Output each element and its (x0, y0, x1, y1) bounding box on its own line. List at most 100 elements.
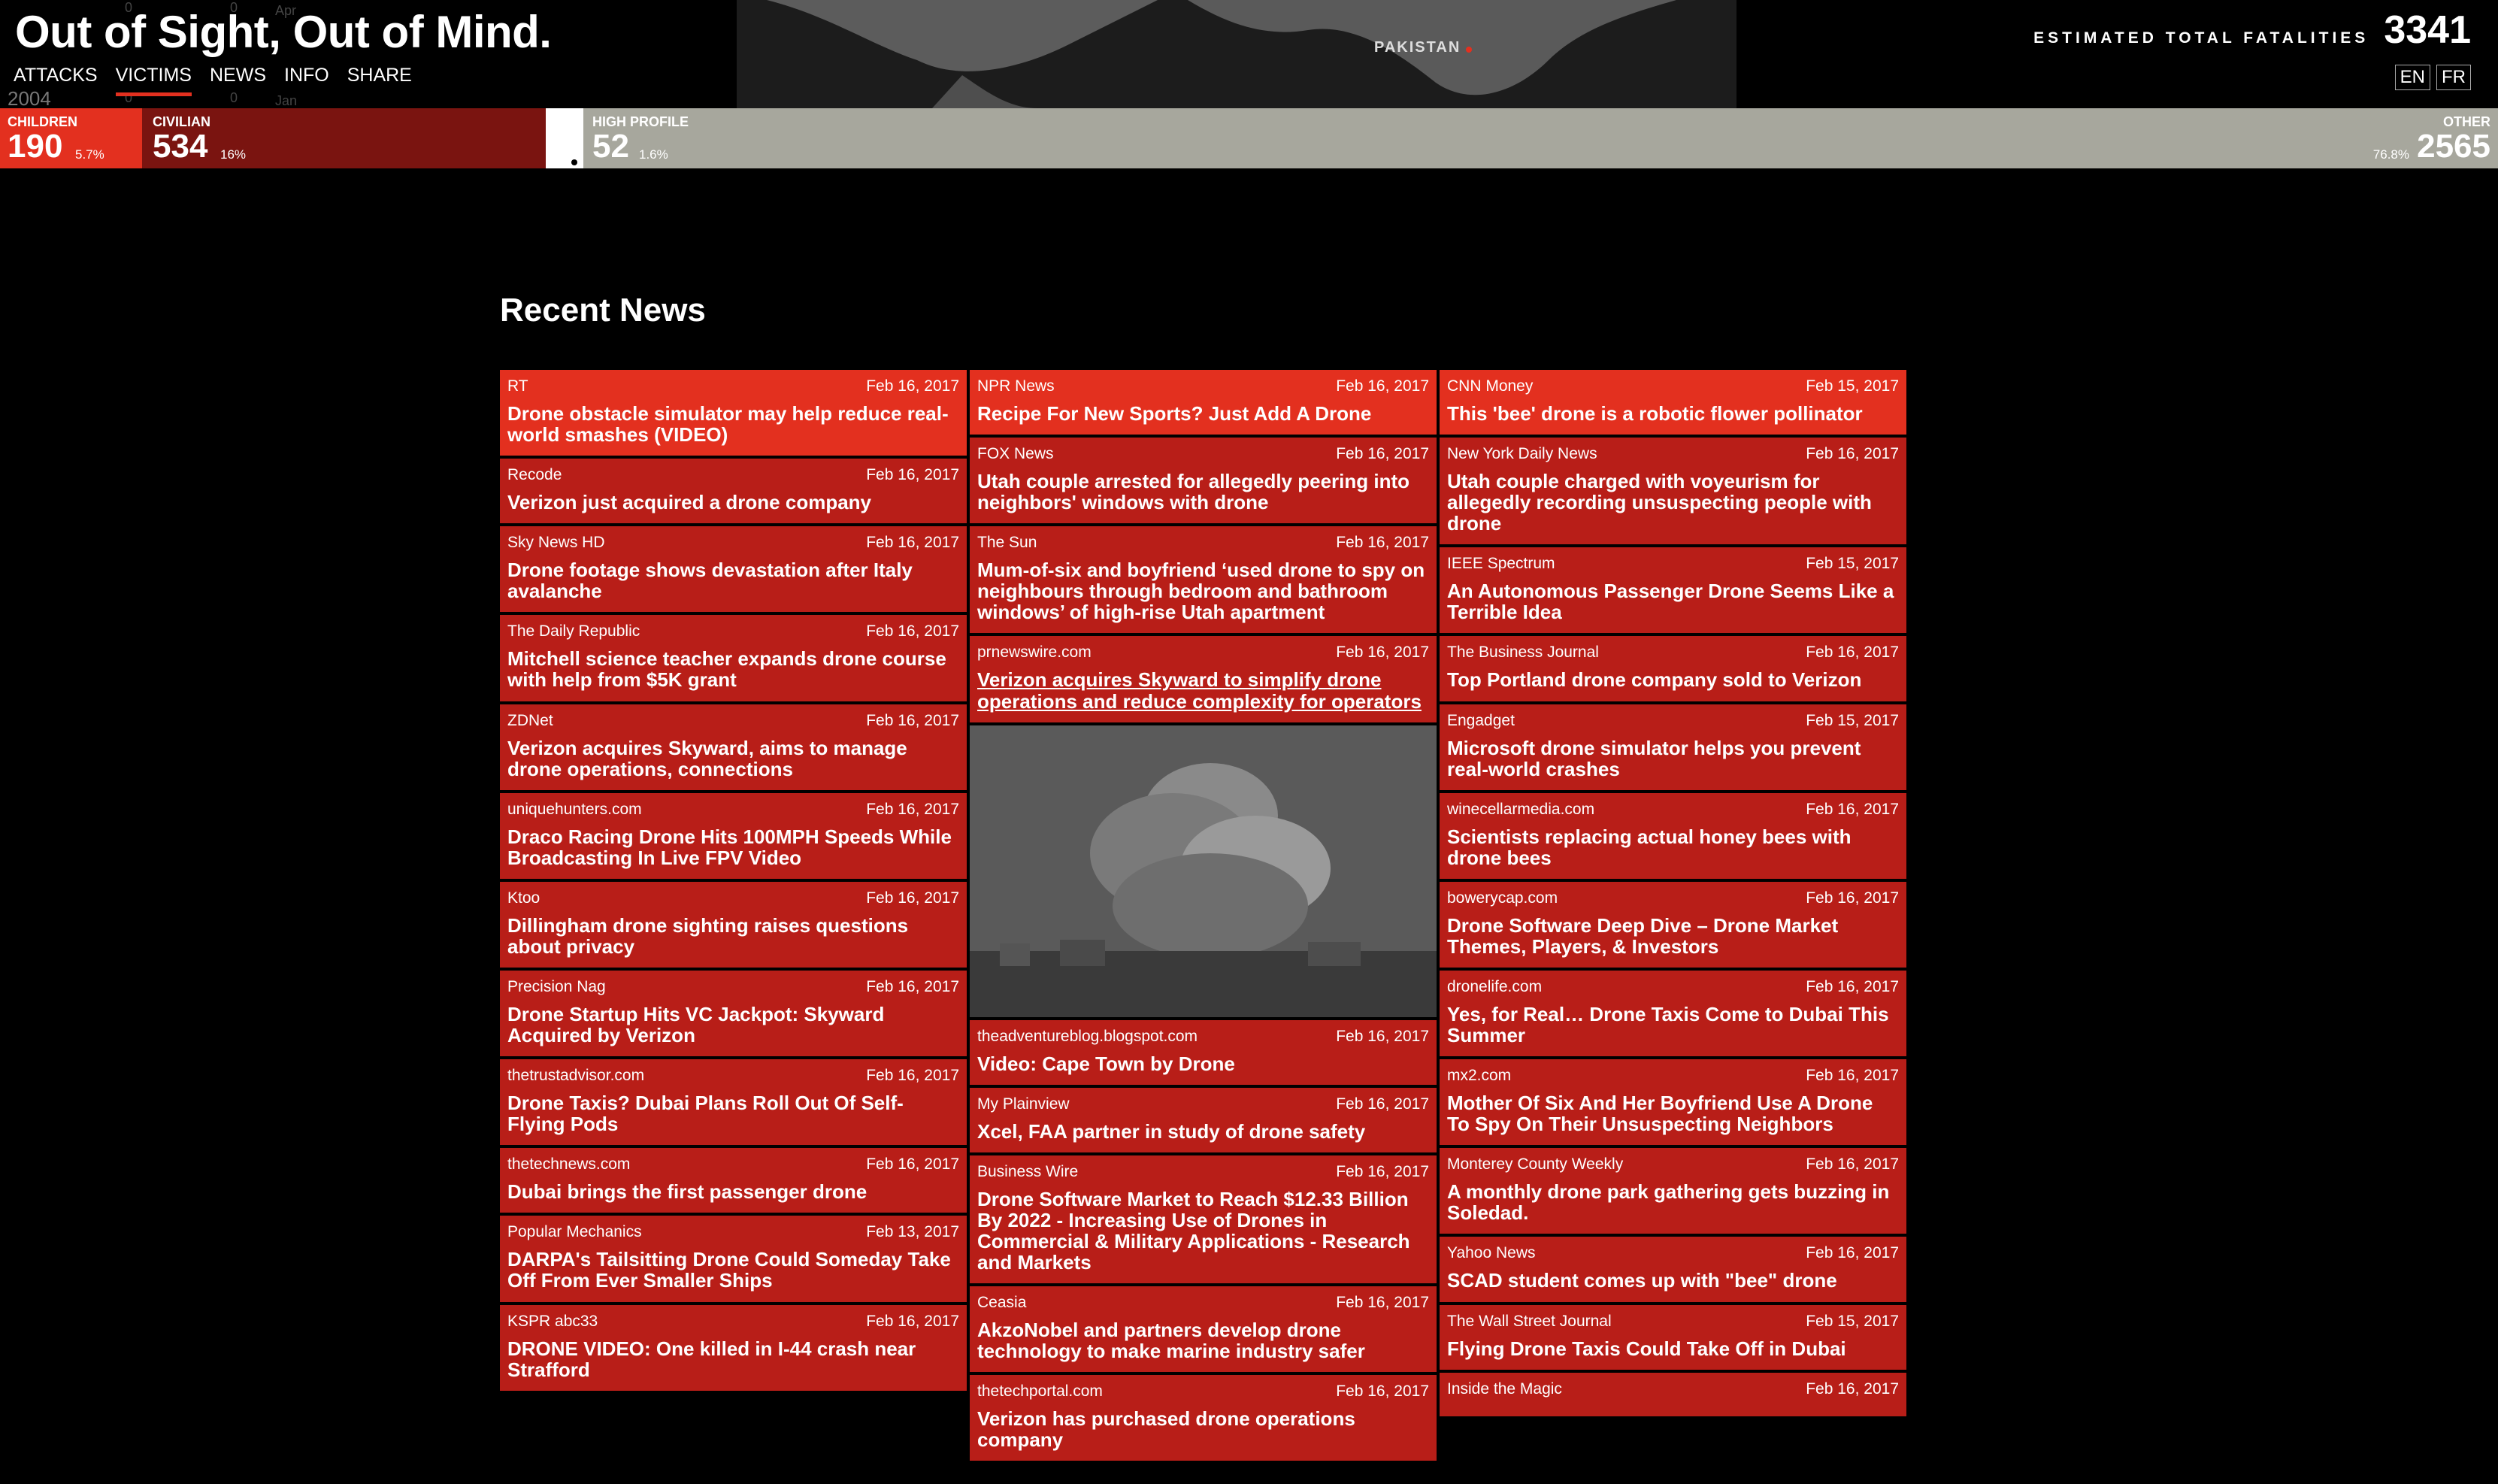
news-headline[interactable]: Drone Startup Hits VC Jackpot: Skyward A… (507, 1004, 959, 1046)
news-headline[interactable]: Recipe For New Sports? Just Add A Drone (977, 403, 1429, 424)
news-card[interactable]: The Business Journal Feb 16, 2017 Top Port… (1440, 636, 1906, 701)
news-card[interactable]: Inside the Magic Feb 16, 2017 (1440, 1372, 1906, 1416)
nav-victims[interactable]: VICTIMS (115, 65, 192, 96)
news-card[interactable]: NPR News Feb 16, 2017 Recipe For New Sport… (970, 370, 1437, 435)
news-headline[interactable]: DARPA's Tailsitting Drone Could Someday … (507, 1249, 959, 1291)
news-card[interactable]: The Daily Republic Feb 16, 2017 Mitchell s… (500, 615, 967, 701)
news-card[interactable]: CNN Money Feb 15, 2017 This 'bee' drone is… (1440, 370, 1906, 435)
news-card[interactable]: thetechportal.com Feb 16, 2017 Verizon has… (970, 1375, 1437, 1461)
news-source: Yahoo News (1447, 1244, 1536, 1262)
news-headline[interactable]: Xcel, FAA partner in study of drone safe… (977, 1121, 1429, 1142)
news-headline[interactable]: Mother Of Six And Her Boyfriend Use A Dr… (1447, 1092, 1899, 1134)
news-source: Ceasia (977, 1294, 1027, 1312)
news-card[interactable]: bowerycap.com Feb 16, 2017 Drone Software … (1440, 881, 1906, 968)
lang-en-button[interactable]: EN (2394, 65, 2430, 90)
news-card[interactable]: KSPR abc33 Feb 16, 2017 DRONE VIDEO: One k… (500, 1304, 967, 1391)
news-headline[interactable]: Verizon has purchased drone operations c… (977, 1408, 1429, 1450)
news-date: Feb 16, 2017 (866, 800, 959, 818)
news-headline[interactable]: Drone Software Market to Reach $12.33 Bi… (977, 1189, 1429, 1273)
news-card[interactable]: FOX News Feb 16, 2017 Utah couple arrested… (970, 438, 1437, 524)
news-headline[interactable]: Verizon just acquired a drone company (507, 492, 959, 513)
news-headline[interactable]: This 'bee' drone is a robotic flower pol… (1447, 403, 1899, 424)
map-country-label: PAKISTAN (1374, 39, 1461, 56)
news-headline[interactable]: Verizon acquires Skyward, aims to manage… (507, 737, 959, 779)
news-card[interactable]: Ktoo Feb 16, 2017 Dillingham drone sightin… (500, 881, 967, 968)
news-headline[interactable]: DRONE VIDEO: One killed in I-44 crash ne… (507, 1337, 959, 1380)
news-card[interactable]: Ceasia Feb 16, 2017 AkzoNobel and partners… (970, 1286, 1437, 1373)
news-photo-explosion[interactable] (970, 725, 1437, 1017)
news-card[interactable]: mx2.com Feb 16, 2017 Mother Of Six And Her… (1440, 1059, 1906, 1146)
news-card[interactable]: prnewswire.com Feb 16, 2017 Verizon acquir… (970, 636, 1437, 722)
news-headline[interactable]: Drone Software Deep Dive – Drone Market … (1447, 915, 1899, 957)
news-card[interactable]: Sky News HD Feb 16, 2017 Drone footage sho… (500, 526, 967, 613)
nav-info[interactable]: INFO (284, 65, 329, 96)
news-headline[interactable]: Top Portland drone company sold to Veriz… (1447, 669, 1899, 690)
lang-fr-button[interactable]: FR (2436, 65, 2471, 90)
news-card[interactable]: RT Feb 16, 2017 Drone obstacle simulator m… (500, 370, 967, 456)
news-headline[interactable]: Dubai brings the first passenger drone (507, 1181, 959, 1202)
news-headline[interactable]: Flying Drone Taxis Could Take Off in Dub… (1447, 1337, 1899, 1358)
news-source: Popular Mechanics (507, 1223, 642, 1241)
other-value: 2565 (2417, 128, 2490, 165)
news-headline[interactable]: Utah couple arrested for allegedly peeri… (977, 471, 1429, 513)
news-headline[interactable]: Mitchell science teacher expands drone c… (507, 648, 959, 690)
news-card[interactable]: Popular Mechanics Feb 13, 2017 DARPA's Tai… (500, 1216, 967, 1302)
victims-civilian-segment[interactable]: CIVILIAN 534 16% (142, 108, 546, 168)
news-headline[interactable]: Video: Cape Town by Drone (977, 1053, 1429, 1074)
news-source: mx2.com (1447, 1067, 1512, 1085)
news-card[interactable]: Engadget Feb 15, 2017 Microsoft drone simu… (1440, 704, 1906, 790)
news-column-1: RT Feb 16, 2017 Drone obstacle simulator m… (500, 370, 967, 1461)
news-card[interactable]: Yahoo News Feb 16, 2017 SCAD student comes… (1440, 1237, 1906, 1302)
news-headline[interactable]: Scientists replacing actual honey bees w… (1447, 826, 1899, 868)
victims-other-segment[interactable]: HIGH PROFILE 52 1.6% OTHER 76.8% 2565 (583, 108, 2498, 168)
news-grid: RT Feb 16, 2017 Drone obstacle simulator m… (500, 370, 1906, 1461)
news-card[interactable]: thetechnews.com Feb 16, 2017 Dubai brings … (500, 1148, 967, 1213)
victims-children-segment[interactable]: CHILDREN 190 5.7% (0, 108, 142, 168)
news-headline[interactable]: Yes, for Real… Drone Taxis Come to Dubai… (1447, 1004, 1899, 1046)
news-card[interactable]: Precision Nag Feb 16, 2017 Drone Startup H… (500, 971, 967, 1057)
news-headline[interactable]: SCAD student comes up with "bee" drone (1447, 1270, 1899, 1291)
map-location-marker[interactable] (1466, 47, 1472, 53)
news-card[interactable]: My Plainview Feb 16, 2017 Xcel, FAA partne… (970, 1087, 1437, 1152)
news-card[interactable]: uniquehunters.com Feb 16, 2017 Draco Racin… (500, 792, 967, 879)
nav-attacks[interactable]: ATTACKS (14, 65, 98, 96)
news-headline[interactable]: AkzoNobel and partners develop drone tec… (977, 1319, 1429, 1361)
nav-news[interactable]: NEWS (210, 65, 266, 96)
news-date: Feb 16, 2017 (866, 1155, 959, 1174)
news-headline[interactable]: An Autonomous Passenger Drone Seems Like… (1447, 580, 1899, 622)
news-card[interactable]: ZDNet Feb 16, 2017 Verizon acquires Skywar… (500, 704, 967, 790)
news-date: Feb 16, 2017 (1336, 1294, 1429, 1312)
news-headline[interactable]: Dillingham drone sighting raises questio… (507, 915, 959, 957)
news-headline[interactable]: Drone Taxis? Dubai Plans Roll Out Of Sel… (507, 1092, 959, 1134)
news-headline[interactable]: Verizon acquires Skyward to simplify dro… (977, 669, 1429, 711)
news-column-3: CNN Money Feb 15, 2017 This 'bee' drone is… (1440, 370, 1906, 1461)
news-headline[interactable]: Utah couple charged with voyeurism for a… (1447, 471, 1899, 534)
news-headline[interactable]: Mum-of-six and boyfriend ‘used drone to … (977, 559, 1429, 622)
news-headline[interactable]: Draco Racing Drone Hits 100MPH Speeds Wh… (507, 826, 959, 868)
news-card[interactable]: IEEE Spectrum Feb 15, 2017 An Autonomous P… (1440, 547, 1906, 634)
news-card[interactable]: Business Wire Feb 16, 2017 Drone Software … (970, 1155, 1437, 1284)
news-card[interactable]: The Sun Feb 16, 2017 Mum-of-six and boyfri… (970, 526, 1437, 634)
nav-share[interactable]: SHARE (347, 65, 412, 96)
news-date: Feb 16, 2017 (1336, 445, 1429, 463)
news-source: Ktoo (507, 889, 540, 907)
news-card[interactable]: Monterey County Weekly Feb 16, 2017 A mont… (1440, 1148, 1906, 1234)
news-headline[interactable]: A monthly drone park gathering gets buzz… (1447, 1181, 1899, 1223)
news-card[interactable]: dronelife.com Feb 16, 2017 Yes, for Real… … (1440, 971, 1906, 1057)
news-card[interactable]: thetrustadvisor.com Feb 16, 2017 Drone Tax… (500, 1059, 967, 1146)
news-card[interactable]: The Wall Street Journal Feb 15, 2017 Flyin… (1440, 1304, 1906, 1370)
news-source: theadventureblog.blogspot.com (977, 1027, 1198, 1045)
news-source: winecellarmedia.com (1447, 800, 1595, 818)
slider-handle[interactable] (571, 159, 577, 165)
news-source: thetrustadvisor.com (507, 1067, 645, 1085)
news-card[interactable]: Recode Feb 16, 2017 Verizon just acquired … (500, 459, 967, 524)
news-card[interactable]: New York Daily News Feb 16, 2017 Utah coup… (1440, 438, 1906, 545)
news-date: Feb 13, 2017 (866, 1223, 959, 1241)
news-card[interactable]: theadventureblog.blogspot.com Feb 16, 201… (970, 1019, 1437, 1085)
news-card[interactable]: winecellarmedia.com Feb 16, 2017 Scientist… (1440, 792, 1906, 879)
news-headline[interactable]: Drone obstacle simulator may help reduce… (507, 403, 959, 445)
news-source: uniquehunters.com (507, 800, 642, 818)
news-headline[interactable]: Microsoft drone simulator helps you prev… (1447, 737, 1899, 779)
news-headline[interactable]: Drone footage shows devastation after It… (507, 559, 959, 601)
news-source: New York Daily News (1447, 445, 1597, 463)
